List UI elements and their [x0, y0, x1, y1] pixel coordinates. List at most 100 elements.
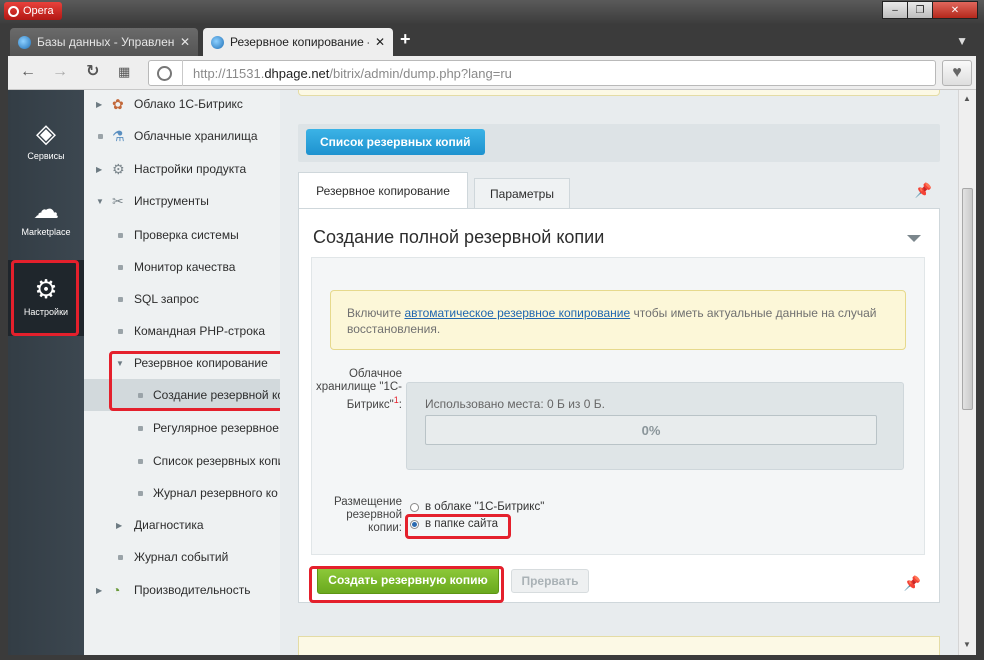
- window-controls: ‒ ❐ ✕: [882, 1, 978, 19]
- collapse-arrow-icon[interactable]: ▼: [96, 197, 104, 206]
- expand-arrow-icon[interactable]: ▶: [116, 521, 122, 530]
- auto-backup-link[interactable]: автоматическое резервное копирование: [404, 306, 630, 320]
- adminbar-item-services[interactable]: ◈ Сервисы: [8, 118, 84, 161]
- auto-backup-notice: Включите автоматическое резервное копиро…: [330, 290, 906, 350]
- create-button-highlight-frame: [309, 566, 504, 603]
- sidebar-item-quality-monitor[interactable]: Монитор качества: [84, 251, 280, 283]
- back-arrow-icon[interactable]: ←: [20, 63, 36, 81]
- gauge-icon: ◔: [112, 582, 121, 598]
- maximize-button[interactable]: ❐: [907, 1, 933, 19]
- forward-arrow-icon[interactable]: →: [52, 63, 68, 81]
- bullet-icon: [118, 264, 123, 270]
- backup-form: Включите автоматическое резервное копиро…: [311, 257, 925, 555]
- sidebar-item-label: Командная PHP-строка: [134, 324, 266, 338]
- tab-label: Базы данных - Управлени: [37, 35, 174, 49]
- sidebar-item-backup-log[interactable]: Журнал резервного ко: [84, 477, 280, 509]
- placement-option-cloud[interactable]: в облаке "1С-Битрикс": [410, 501, 544, 513]
- stash-heart-button[interactable]: ♥: [942, 60, 972, 86]
- scrollbar-thumb[interactable]: [962, 188, 973, 410]
- bullet-icon: [138, 490, 143, 496]
- radio-cloud[interactable]: [410, 502, 419, 512]
- sidebar-item-label: Настройки продукта: [134, 162, 247, 176]
- cloud-storage-label-text: Облачное хранилище "1С-Битрикс": [316, 368, 402, 411]
- opera-menu-button[interactable]: Opera: [4, 2, 62, 20]
- quota-progress-label: 0%: [641, 422, 661, 438]
- sidebar-item-php-console[interactable]: Командная PHP-строка: [84, 315, 280, 347]
- pin-icon[interactable]: 📌: [915, 182, 932, 199]
- placement-option-label: в облаке "1С-Битрикс": [425, 501, 545, 513]
- heart-icon: ♥: [952, 64, 962, 81]
- app-name: Opera: [23, 5, 54, 17]
- url-path: /bitrix/admin/dump.php?lang=ru: [329, 65, 512, 81]
- collapse-triangle-icon[interactable]: [907, 235, 921, 242]
- sidebar-item-label: Проверка системы: [134, 228, 239, 242]
- backup-list-button[interactable]: Список резервных копий: [306, 129, 485, 155]
- globe-icon: [157, 65, 172, 81]
- bottom-notice-strip: [298, 636, 940, 655]
- sidebar-item-label: Диагностика: [134, 518, 204, 532]
- gear-icon: ⚙: [112, 160, 125, 177]
- browser-tab-databases[interactable]: Базы данных - Управлени ✕: [10, 28, 198, 56]
- site-folder-highlight-frame: [405, 514, 511, 539]
- adminbar-item-marketplace[interactable]: ☁ Marketplace: [8, 194, 84, 237]
- bullet-icon: [118, 296, 123, 302]
- sidebar-item-system-check[interactable]: Проверка системы: [84, 219, 280, 251]
- url-host: dhpage.net: [264, 65, 330, 81]
- settings-highlight-frame: [11, 260, 79, 336]
- sidebar-item-regular-backup[interactable]: Регулярное резервное: [84, 412, 280, 444]
- sidebar-item-product-settings[interactable]: ▶ ⚙ Настройки продукта: [84, 153, 280, 185]
- placement-label: Размещение резервной копии:: [333, 496, 402, 534]
- url-prefix: http://11531.: [193, 65, 265, 81]
- cloud-download-icon: ☁: [33, 194, 59, 224]
- sidebar-item-label: Инструменты: [134, 194, 209, 208]
- expand-arrow-icon[interactable]: ▶: [96, 165, 102, 174]
- bullet-icon: [118, 328, 123, 334]
- vertical-scrollbar[interactable]: ▲ ▼: [958, 90, 976, 655]
- pin-icon[interactable]: 📌: [904, 575, 921, 592]
- sidebar-item-diagnostics[interactable]: ▶ Диагностика: [84, 509, 280, 541]
- new-tab-plus-icon[interactable]: +: [400, 30, 411, 48]
- scroll-up-icon[interactable]: ▲: [963, 94, 971, 103]
- context-toolbar: Список резервных копий: [298, 124, 940, 162]
- tab-label: Резервное копирование -: [230, 35, 369, 49]
- backup-panel: Создание полной резервной копии Включите…: [298, 208, 940, 603]
- address-bar[interactable]: http://11531. dhpage.net/bitrix/admin/dum…: [148, 60, 936, 86]
- sidebar-item-tools[interactable]: ▼ ✂ Инструменты: [84, 185, 280, 217]
- bullet-icon: [138, 458, 143, 464]
- tab-backup[interactable]: Резервное копирование: [298, 172, 468, 208]
- sidebar-item-performance[interactable]: ▶ ◔ Производительность: [84, 574, 280, 606]
- top-notice-strip: [298, 90, 940, 96]
- sidebar-item-bitrix-cloud[interactable]: ▶ ✿ Облако 1С-Битрикс: [84, 90, 280, 120]
- sidebar-item-label: Регулярное резервное: [153, 421, 279, 435]
- sidebar-item-backup-list[interactable]: Список резервных копи: [84, 445, 280, 477]
- sidebar-item-label: Журнал резервного ко: [153, 486, 278, 500]
- sidebar-item-sql-query[interactable]: SQL запрос: [84, 283, 280, 315]
- bullet-icon: [118, 554, 123, 560]
- tab-close-icon[interactable]: ✕: [375, 35, 385, 49]
- minimize-button[interactable]: ‒: [882, 1, 908, 19]
- close-window-button[interactable]: ✕: [932, 1, 978, 19]
- sidebar-item-label: Монитор качества: [134, 260, 236, 274]
- stop-button[interactable]: Прервать: [511, 569, 589, 593]
- speed-dial-grid-icon[interactable]: ▦: [118, 63, 130, 81]
- quota-progress-bar: 0%: [425, 415, 877, 445]
- quota-usage-text: Использовано места: 0 Б из 0 Б.: [425, 397, 605, 411]
- reload-icon[interactable]: ↻: [86, 63, 99, 81]
- tab-close-icon[interactable]: ✕: [180, 35, 190, 49]
- bullet-icon: [118, 232, 123, 238]
- tab-parameters[interactable]: Параметры: [474, 178, 570, 208]
- sidebar-item-event-log[interactable]: Журнал событий: [84, 541, 280, 573]
- tab-menu-chevron-icon[interactable]: ▼: [956, 34, 968, 48]
- browser-tab-backup[interactable]: Резервное копирование - ✕: [203, 28, 393, 56]
- expand-arrow-icon[interactable]: ▶: [96, 586, 102, 595]
- sidebar-item-label: SQL запрос: [134, 292, 199, 306]
- expand-arrow-icon[interactable]: ▶: [96, 100, 102, 109]
- sidebar-item-label: Облачные хранилища: [134, 129, 258, 143]
- adminbar-label: Сервисы: [27, 151, 65, 161]
- panel-tabs: Резервное копирование Параметры 📌: [298, 172, 940, 208]
- scroll-down-icon[interactable]: ▼: [963, 640, 971, 649]
- sidebar-item-label: Список резервных копи: [153, 454, 280, 468]
- sidebar-item-label: Журнал событий: [134, 550, 229, 564]
- sidebar-item-cloud-storage[interactable]: ⚗ Облачные хранилища: [84, 120, 280, 152]
- adminbar-label: Marketplace: [21, 227, 71, 237]
